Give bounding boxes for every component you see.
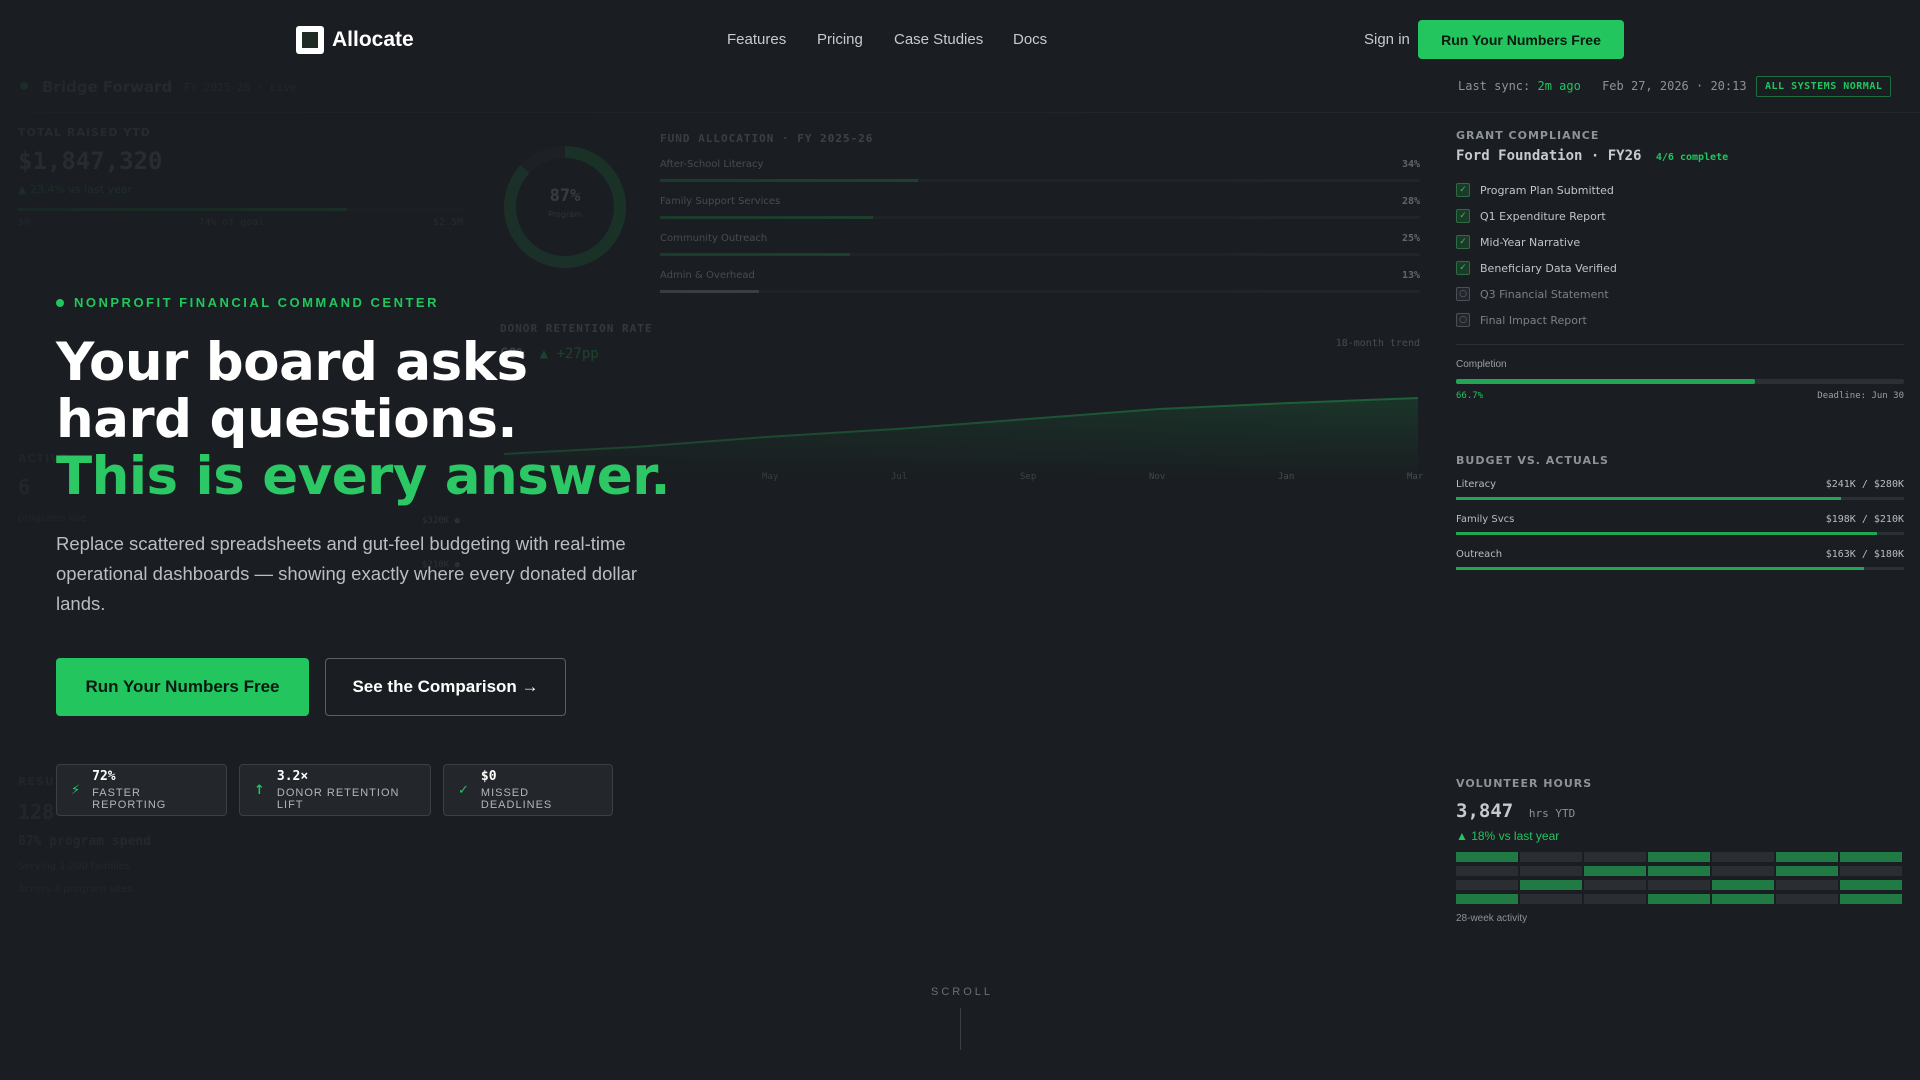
heatmap-cell bbox=[1712, 894, 1774, 904]
live-dot-icon bbox=[20, 82, 28, 90]
sync-status: Last sync: 2m ago Feb 27, 2026 · 20:13 bbox=[1458, 79, 1747, 93]
axis-tick: Nov bbox=[1149, 472, 1166, 482]
heatmap-cell bbox=[1648, 880, 1710, 890]
fund-row: Community Outreach 25% bbox=[660, 233, 1420, 256]
heatmap-cell bbox=[1648, 866, 1710, 876]
heatmap-cell bbox=[1584, 852, 1646, 862]
sign-in-link[interactable]: Sign in bbox=[1364, 31, 1410, 48]
logo-text[interactable]: Allocate bbox=[332, 26, 414, 54]
nav-cta-button[interactable]: Run Your Numbers Free bbox=[1418, 20, 1624, 59]
fund-row: After-School Literacy 34% bbox=[660, 159, 1420, 182]
bolt-icon: ⚡ bbox=[71, 782, 81, 798]
budget-row: Outreach $163K / $180K bbox=[1456, 549, 1904, 570]
checkbox-empty-icon[interactable]: ○ bbox=[1456, 287, 1470, 301]
heatmap-cell bbox=[1712, 866, 1774, 876]
total-raised-card: TOTAL RAISED YTD $1,847,320 ▲ 23.4% vs l… bbox=[18, 126, 463, 228]
checkbox-checked-icon[interactable]: ✓ bbox=[1456, 209, 1470, 223]
heatmap-cell bbox=[1840, 866, 1902, 876]
heatmap-cell bbox=[1648, 852, 1710, 862]
grant-checklist-item[interactable]: ✓ Beneficiary Data Verified bbox=[1456, 261, 1617, 275]
scroll-indicator[interactable]: SCROLL bbox=[931, 986, 993, 998]
heatmap-cell bbox=[1456, 880, 1518, 890]
run-numbers-button[interactable]: Run Your Numbers Free bbox=[56, 658, 309, 716]
hero-eyebrow: NONPROFIT FINANCIAL COMMAND CENTER bbox=[56, 295, 439, 310]
arrow-up-icon: ↑ bbox=[254, 782, 265, 798]
fiscal-year: FY 2025-26 · Live bbox=[184, 81, 297, 94]
hero-lead: Replace scattered spreadsheets and gut-f… bbox=[56, 533, 638, 614]
heatmap-cell bbox=[1712, 880, 1774, 890]
heatmap-cell bbox=[1776, 894, 1838, 904]
heatmap-cell bbox=[1648, 894, 1710, 904]
heatmap-cell bbox=[1712, 852, 1774, 862]
check-icon: ✓ bbox=[458, 782, 469, 798]
heatmap-cell bbox=[1776, 852, 1838, 862]
heatmap-cell bbox=[1584, 866, 1646, 876]
checkbox-checked-icon[interactable]: ✓ bbox=[1456, 183, 1470, 197]
axis-tick: Sep bbox=[1020, 472, 1037, 482]
checkbox-checked-icon[interactable]: ✓ bbox=[1456, 235, 1470, 249]
budget-row: Family Svcs $198K / $210K bbox=[1456, 514, 1904, 535]
checkbox-empty-icon[interactable]: ○ bbox=[1456, 313, 1470, 327]
heatmap-cell bbox=[1456, 894, 1518, 904]
org-name: Bridge Forward bbox=[42, 78, 173, 96]
heatmap-cell bbox=[1584, 880, 1646, 890]
divider bbox=[0, 112, 1920, 113]
grant-checklist-item[interactable]: ✓ Program Plan Submitted bbox=[1456, 183, 1614, 197]
heatmap-cell bbox=[1520, 880, 1582, 890]
heatmap-cell bbox=[1520, 866, 1582, 876]
hero-headline: Your board asks hard questions. This is … bbox=[56, 332, 670, 507]
heatmap-cell bbox=[1456, 866, 1518, 876]
nav-case-studies[interactable]: Case Studies bbox=[894, 31, 983, 48]
grant-funder: Ford Foundation · FY26 4/6 complete bbox=[1456, 148, 1729, 164]
grant-compliance-title: GRANT COMPLIANCE bbox=[1456, 129, 1600, 142]
nav-docs[interactable]: Docs bbox=[1013, 31, 1047, 48]
checkbox-checked-icon[interactable]: ✓ bbox=[1456, 261, 1470, 275]
scroll-line bbox=[960, 1008, 961, 1050]
grant-checklist-item[interactable]: ✓ Mid-Year Narrative bbox=[1456, 235, 1580, 249]
grant-checklist-item[interactable]: ○ Final Impact Report bbox=[1456, 313, 1587, 327]
nav-pricing[interactable]: Pricing bbox=[817, 31, 863, 48]
stat-donor-retention: ↑ 3.2× DONOR RETENTION LIFT bbox=[239, 764, 431, 816]
program-ratio-donut: 87% Program bbox=[502, 144, 628, 270]
axis-tick: Jul bbox=[891, 472, 908, 482]
heatmap-cell bbox=[1840, 880, 1902, 890]
heatmap-cell bbox=[1584, 894, 1646, 904]
completion-bar bbox=[1456, 379, 1904, 384]
nav-features[interactable]: Features bbox=[727, 31, 786, 48]
volunteer-hours: 3,847 hrs YTD bbox=[1456, 800, 1576, 822]
heatmap-cell bbox=[1776, 880, 1838, 890]
fund-row: Family Support Services 28% bbox=[660, 196, 1420, 219]
heatmap-cell bbox=[1840, 852, 1902, 862]
grant-checklist-item[interactable]: ○ Q3 Financial Statement bbox=[1456, 287, 1609, 301]
axis-tick: Mar bbox=[1407, 472, 1424, 482]
stat-missed-deadlines: ✓ $0 MISSED DEADLINES bbox=[443, 764, 613, 816]
budget-row: Literacy $241K / $280K bbox=[1456, 479, 1904, 500]
status-badge: ALL SYSTEMS NORMAL bbox=[1756, 76, 1892, 97]
budget-title: BUDGET VS. ACTUALS bbox=[1456, 454, 1609, 467]
axis-tick: Jan bbox=[1278, 472, 1295, 482]
see-comparison-button[interactable]: See the Comparison → bbox=[325, 658, 566, 716]
volunteer-heatmap bbox=[1456, 852, 1902, 904]
heatmap-cell bbox=[1520, 852, 1582, 862]
heatmap-cell bbox=[1456, 852, 1518, 862]
heatmap-cell bbox=[1776, 866, 1838, 876]
heatmap-cell bbox=[1840, 894, 1902, 904]
fund-allocation-panel: FUND ALLOCATION · FY 2025-26 After-Schoo… bbox=[660, 132, 1420, 293]
stat-faster-reporting: ⚡ 72% FASTER REPORTING bbox=[56, 764, 227, 816]
fund-row: Admin & Overhead 13% bbox=[660, 270, 1420, 293]
logo-icon[interactable] bbox=[296, 26, 324, 54]
heatmap-cell bbox=[1520, 894, 1582, 904]
grant-checklist-item[interactable]: ✓ Q1 Expenditure Report bbox=[1456, 209, 1606, 223]
axis-tick: May bbox=[762, 472, 779, 482]
dot-icon bbox=[56, 298, 64, 307]
volunteer-title: VOLUNTEER HOURS bbox=[1456, 777, 1593, 790]
